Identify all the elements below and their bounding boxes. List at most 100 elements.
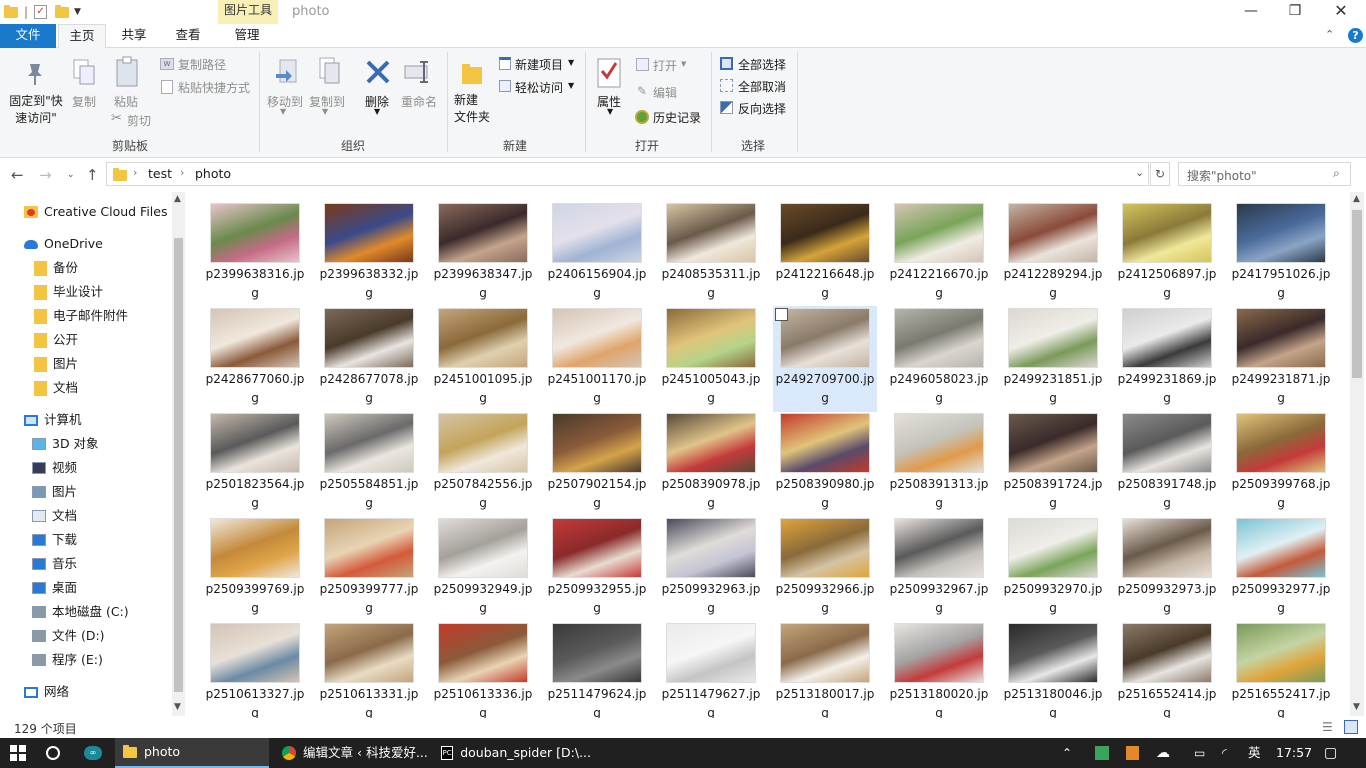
tab-view[interactable]: 查看 [164,24,212,48]
nav-item-pc-3[interactable]: 文档 [32,505,77,527]
new-folder-button[interactable]: 新建 文件夹 [454,92,490,126]
tab-manage[interactable]: 管理 [222,24,272,48]
network-tray-icon[interactable]: ▭ [1194,738,1205,768]
file-item[interactable]: p2516552417.jpg [1229,621,1333,718]
tray-app-icon[interactable] [1126,738,1139,768]
details-view-icon[interactable]: ☰ [1322,720,1333,734]
refresh-icon[interactable]: ↻ [1150,162,1170,186]
file-item[interactable]: p2509932970.jpg [1001,516,1105,622]
file-item[interactable]: p2510613331.jpg [317,621,421,718]
wifi-icon[interactable]: ◜ [1222,738,1227,768]
nav-scroll-thumb[interactable] [174,238,183,692]
tab-file[interactable]: 文件 [0,24,56,48]
restore-icon[interactable]: ❐ [1272,0,1318,24]
file-item[interactable]: p2451001095.jpg [431,306,535,412]
file-item[interactable]: p2399638332.jpg [317,201,421,307]
file-item[interactable]: p2507902154.jpg [545,411,649,517]
nav-item-network[interactable]: 网络 [24,681,69,703]
wps-icon[interactable] [1095,738,1109,768]
recent-locations-icon[interactable]: ⌄ [67,170,75,180]
file-item[interactable]: p2428677060.jpg [203,306,307,412]
file-item[interactable]: p2508391724.jpg [1001,411,1105,517]
search-box[interactable]: 搜索"photo" ⌕ [1178,162,1351,186]
rename-icon[interactable] [404,60,434,84]
nav-item-pc-9[interactable]: 程序 (E:) [32,649,103,671]
properties-dropdown-icon[interactable]: ▼ [607,107,613,116]
new-item-dropdown-icon[interactable]: ▼ [568,58,574,67]
file-item[interactable]: p2509932963.jpg [659,516,763,622]
breadcrumb-chevron-icon[interactable]: › [180,166,184,179]
minimize-icon[interactable]: — [1228,0,1274,24]
pin-icon[interactable] [24,60,46,86]
notification-icon[interactable]: ▢ [1324,738,1337,768]
invert-selection-button[interactable]: 反向选择 [738,100,786,117]
file-item[interactable]: p2509399769.jpg [203,516,307,622]
search-icon[interactable]: ⌕ [1333,166,1340,181]
file-item[interactable]: p2408535311.jpg [659,201,763,307]
file-item[interactable]: p2507842556.jpg [431,411,535,517]
file-item[interactable]: p2513180020.jpg [887,621,991,718]
nav-item-pc-8[interactable]: 文件 (D:) [32,625,105,647]
taskbar-pycharm[interactable]: PC douban_spider [D:\... [441,738,591,768]
content-scrollbar[interactable]: ▲ ▼ [1350,192,1364,716]
file-item[interactable]: p2509932955.jpg [545,516,649,622]
file-item[interactable]: p2499231869.jpg [1115,306,1219,412]
file-item[interactable]: p2508391748.jpg [1115,411,1219,517]
nav-item-pc-6[interactable]: 桌面 [32,577,77,599]
file-item[interactable]: p2412506897.jpg [1115,201,1219,307]
copy-path-button[interactable]: 复制路径 [178,56,226,73]
file-item[interactable]: p2399638347.jpg [431,201,535,307]
pin-to-quick-access-button[interactable]: 固定到"快速访问" [8,93,64,127]
nav-item-this-pc[interactable]: 计算机 [24,409,82,431]
forward-arrow-icon[interactable]: → [39,166,52,184]
file-item[interactable]: p2428677078.jpg [317,306,421,412]
cut-button[interactable]: 剪切 [127,112,151,129]
properties-icon[interactable] [596,57,622,89]
tab-share[interactable]: 共享 [110,24,158,48]
breadcrumb-chevron-icon[interactable]: › [133,166,137,179]
file-item[interactable]: p2509932977.jpg [1229,516,1333,622]
tab-home[interactable]: 主页 [58,24,106,49]
clock[interactable]: 17:57 [1276,738,1312,768]
nav-item-onedrive-folder[interactable]: 毕业设计 [34,281,103,303]
rename-button[interactable]: 重命名 [401,93,437,110]
file-item[interactable]: p2412216648.jpg [773,201,877,307]
onedrive-tray-icon[interactable]: ☁ [1156,738,1170,768]
show-hidden-icons-icon[interactable]: ⌃ [1062,738,1072,768]
nav-item-pc-4[interactable]: 下载 [32,529,77,551]
paste-button[interactable]: 粘贴 [114,93,138,110]
address-dropdown-icon[interactable]: ⌄ [1135,166,1144,179]
file-item[interactable]: p2509399777.jpg [317,516,421,622]
nav-item-creative-cloud[interactable]: Creative Cloud Files [24,201,168,223]
scroll-down-icon[interactable]: ▼ [174,702,181,712]
paste-shortcut-button[interactable]: 粘贴快捷方式 [178,79,250,96]
file-item[interactable]: p2499231851.jpg [1001,306,1105,412]
move-to-icon[interactable] [274,58,300,88]
select-none-button[interactable]: 全部取消 [738,78,786,95]
copy-icon[interactable] [72,58,96,88]
arduino-icon[interactable]: ∞ [84,738,102,768]
properties-check-icon[interactable]: ✓ [34,5,48,19]
taskbar-chrome[interactable]: 编辑文章 ‹ 科技爱好... [282,738,436,768]
file-item[interactable]: p2510613336.jpg [431,621,535,718]
customize-toolbar-icon[interactable]: ▼ [74,7,81,17]
open-button[interactable]: 打开 [653,57,677,74]
file-item[interactable]: p2499231871.jpg [1229,306,1333,412]
file-item[interactable]: p2508391313.jpg [887,411,991,517]
file-item[interactable]: p2451005043.jpg [659,306,763,412]
easy-access-button[interactable]: 轻松访问 [515,79,563,96]
copy-button[interactable]: 复制 [72,93,96,110]
nav-item-onedrive-folder[interactable]: 公开 [34,329,78,351]
new-folder-icon[interactable] [460,60,484,86]
scroll-up-icon[interactable]: ▲ [174,194,181,204]
file-item[interactable]: p2412216670.jpg [887,201,991,307]
nav-item-pc-0[interactable]: 3D 对象 [32,433,99,455]
copy-to-icon[interactable] [316,56,342,88]
delete-icon[interactable] [364,58,392,86]
file-item[interactable]: p2516552414.jpg [1115,621,1219,718]
up-arrow-icon[interactable]: ↑ [86,166,99,184]
file-item[interactable]: p2511479627.jpg [659,621,763,718]
file-item[interactable]: p2505584851.jpg [317,411,421,517]
folder-icon[interactable] [4,4,18,18]
breadcrumb-test[interactable]: test [148,166,172,181]
